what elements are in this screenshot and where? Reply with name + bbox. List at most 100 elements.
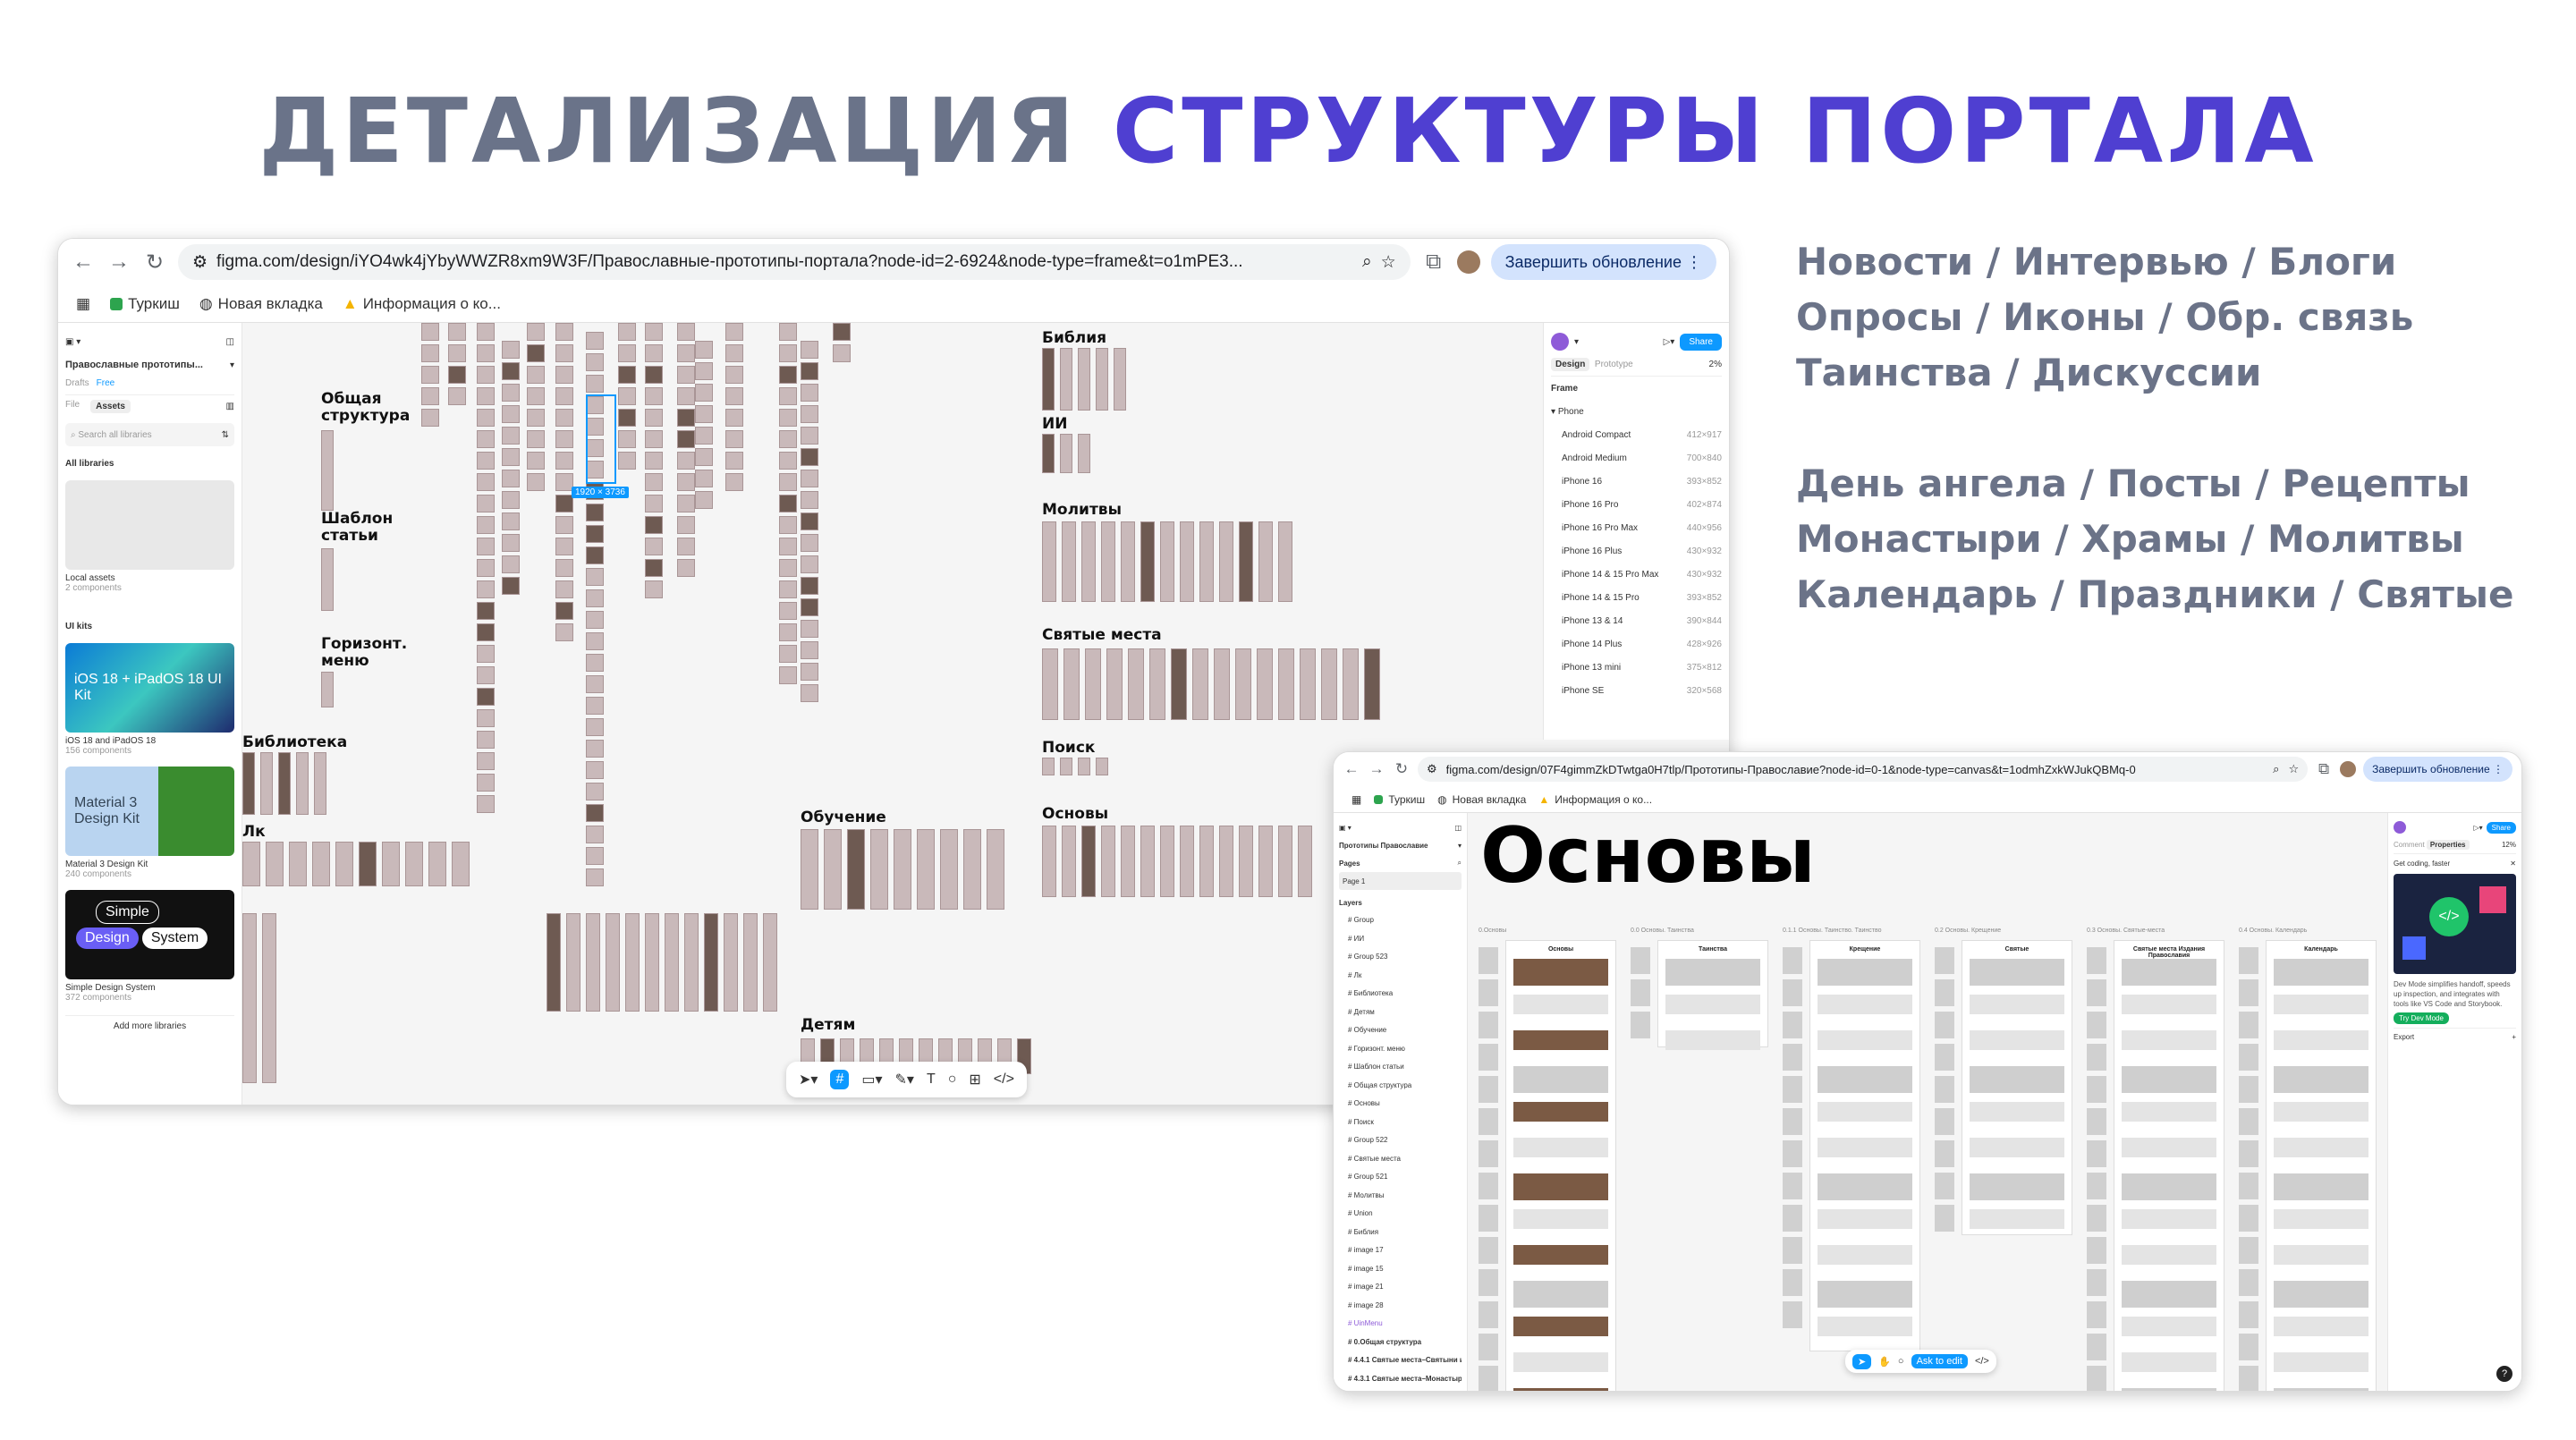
prototype-frame-thumbnail[interactable] <box>477 559 495 577</box>
prototype-frame-thumbnail[interactable] <box>779 387 797 405</box>
prototype-frame-thumbnail[interactable] <box>1121 521 1135 602</box>
prototype-frame-thumbnail[interactable] <box>477 709 495 727</box>
prototype-frame-thumbnail[interactable] <box>586 697 604 715</box>
file-name[interactable]: Прототипы Православие <box>1339 842 1428 850</box>
prototype-frame-thumbnail[interactable] <box>314 752 326 815</box>
mobile-frame-thumbnail[interactable] <box>2239 1108 2258 1135</box>
prototype-frame-thumbnail[interactable] <box>801 384 818 402</box>
prototype-frame-thumbnail[interactable] <box>278 752 291 815</box>
ask-to-edit-button[interactable]: Ask to edit <box>1911 1354 1968 1368</box>
layer-item[interactable]: # 4.3.1 Святые места–Монастыри-Мон <box>1339 1370 1462 1389</box>
apps-icon[interactable]: ▦ <box>1352 793 1361 806</box>
prototype-frame-thumbnail[interactable] <box>801 427 818 445</box>
local-assets-tile[interactable] <box>65 480 234 570</box>
prototype-frame-thumbnail[interactable] <box>1300 648 1316 720</box>
mobile-frame-thumbnail[interactable] <box>1935 1012 1954 1038</box>
figma-canvas[interactable]: Основы 0.Основы Основы 0.0 Основы. Таинств… <box>1468 813 2387 1391</box>
layer-item[interactable]: # Group 521 <box>1339 1168 1462 1187</box>
prototype-frame-thumbnail[interactable] <box>527 430 545 448</box>
layer-item[interactable]: # Общая структура <box>1339 1077 1462 1096</box>
ios-kit-tile[interactable]: iOS 18 + iPadOS 18 UI Kit <box>65 643 234 733</box>
prototype-frame-thumbnail[interactable] <box>448 387 466 405</box>
prototype-frame-thumbnail[interactable] <box>555 495 573 512</box>
prototype-frame-thumbnail[interactable] <box>1258 521 1273 602</box>
star-icon[interactable]: ☆ <box>2288 762 2299 776</box>
mobile-frame-thumbnail[interactable] <box>1479 1205 1498 1232</box>
chevron-down-icon[interactable]: ▾ <box>1458 842 1462 850</box>
device-preset-item[interactable]: iPhone 14 Plus 428×926 <box>1551 632 1722 656</box>
prototype-frame-thumbnail[interactable] <box>502 384 520 402</box>
text-tool-icon[interactable]: T <box>927 1072 936 1088</box>
mobile-frame-thumbnail[interactable] <box>1479 1173 1498 1199</box>
prototype-frame-thumbnail[interactable] <box>527 344 545 362</box>
prototype-frame-thumbnail[interactable] <box>477 774 495 792</box>
prototype-frame-thumbnail[interactable] <box>477 495 495 512</box>
prototype-frame-thumbnail[interactable] <box>586 589 604 607</box>
prototype-frame-thumbnail[interactable] <box>695 384 713 402</box>
forward-icon[interactable]: → <box>106 250 131 275</box>
prototype-frame-thumbnail[interactable] <box>1239 521 1253 602</box>
prototype-frame-thumbnail[interactable] <box>555 387 573 405</box>
prototype-frame-thumbnail[interactable] <box>586 611 604 629</box>
prototype-frame-thumbnail[interactable] <box>645 473 663 491</box>
phone-group[interactable]: ▾ Phone <box>1551 407 1584 417</box>
forward-icon[interactable]: → <box>1368 760 1385 778</box>
prototype-frame-thumbnail[interactable] <box>1114 348 1126 411</box>
prototype-frame-thumbnail[interactable] <box>801 663 818 681</box>
prototype-frame-thumbnail[interactable] <box>1257 648 1273 720</box>
prototype-frame-thumbnail[interactable] <box>289 842 307 886</box>
prototype-frame-thumbnail[interactable] <box>725 344 743 362</box>
prototype-frame-thumbnail[interactable] <box>1042 826 1056 897</box>
prototype-frame-thumbnail[interactable] <box>1042 758 1055 775</box>
prototype-frame-thumbnail[interactable] <box>1042 348 1055 411</box>
prototype-frame-thumbnail[interactable] <box>1106 648 1123 720</box>
prototype-frame-thumbnail[interactable] <box>725 430 743 448</box>
prototype-frame-thumbnail[interactable] <box>801 470 818 487</box>
present-icon[interactable]: ▷▾ <box>2473 824 2482 832</box>
mobile-frame-thumbnail[interactable] <box>1783 1301 1802 1328</box>
prototype-frame-thumbnail[interactable] <box>555 452 573 470</box>
layer-item[interactable]: # 0.Общая структура <box>1339 1334 1462 1352</box>
osnovy-page-frame[interactable]: Святые места Издания Православия <box>2114 940 2224 1391</box>
prototype-frame-thumbnail[interactable] <box>779 580 797 598</box>
dev-mode-icon[interactable]: </> <box>1975 1356 1989 1367</box>
user-avatar[interactable] <box>2394 821 2406 834</box>
prototype-frame-thumbnail[interactable] <box>502 362 520 380</box>
prototype-frame-thumbnail[interactable] <box>477 645 495 663</box>
prototype-frame-thumbnail[interactable] <box>779 538 797 555</box>
prototype-frame-thumbnail[interactable] <box>527 387 545 405</box>
prototype-frame-thumbnail[interactable] <box>566 913 580 1012</box>
prototype-frame-thumbnail[interactable] <box>801 577 818 595</box>
mobile-frame-thumbnail[interactable] <box>2239 1076 2258 1103</box>
prototype-frame-thumbnail[interactable] <box>917 829 935 910</box>
bookmark-turkish[interactable]: Туркиш <box>1374 793 1425 806</box>
mobile-frame-thumbnail[interactable] <box>2239 1269 2258 1296</box>
prototype-frame-thumbnail[interactable] <box>1101 826 1115 897</box>
device-preset-item[interactable]: iPhone 16 Plus 430×932 <box>1551 539 1722 563</box>
mobile-frame-thumbnail[interactable] <box>2087 1173 2106 1199</box>
prototype-frame-thumbnail[interactable] <box>1192 648 1208 720</box>
help-icon[interactable]: ? <box>2496 1366 2512 1382</box>
prototype-frame-thumbnail[interactable] <box>502 448 520 466</box>
prototype-frame-thumbnail[interactable] <box>894 829 911 910</box>
prototype-frame-thumbnail[interactable] <box>555 473 573 491</box>
bookmark-turkish[interactable]: Туркиш <box>110 295 180 313</box>
prototype-frame-thumbnail[interactable] <box>1042 434 1055 473</box>
prototype-frame-thumbnail[interactable] <box>502 534 520 552</box>
close-icon[interactable]: ✕ <box>2510 860 2516 868</box>
address-bar[interactable]: ⚙ figma.com/design/07F4gimmZkDTwtga0H7tl… <box>1418 757 2309 782</box>
mobile-frame-thumbnail[interactable] <box>1479 979 1498 1006</box>
mobile-frame-thumbnail[interactable] <box>2087 1108 2106 1135</box>
prototype-frame-thumbnail[interactable] <box>477 666 495 684</box>
mobile-frame-thumbnail[interactable] <box>1783 1044 1802 1071</box>
prototype-frame-thumbnail[interactable] <box>242 752 255 815</box>
device-preset-item[interactable]: iPhone 16 Pro 402×874 <box>1551 493 1722 516</box>
layer-item[interactable]: # Обучение <box>1339 1021 1462 1040</box>
prototype-frame-thumbnail[interactable] <box>477 580 495 598</box>
mobile-frame-thumbnail[interactable] <box>1783 979 1802 1006</box>
prototype-frame-thumbnail[interactable] <box>527 473 545 491</box>
prototype-frame-thumbnail[interactable] <box>477 366 495 384</box>
extensions-icon[interactable]: ⧉ <box>1421 250 1446 275</box>
mobile-frame-thumbnail[interactable] <box>1935 1173 1954 1199</box>
prototype-frame-thumbnail[interactable] <box>1219 826 1233 897</box>
